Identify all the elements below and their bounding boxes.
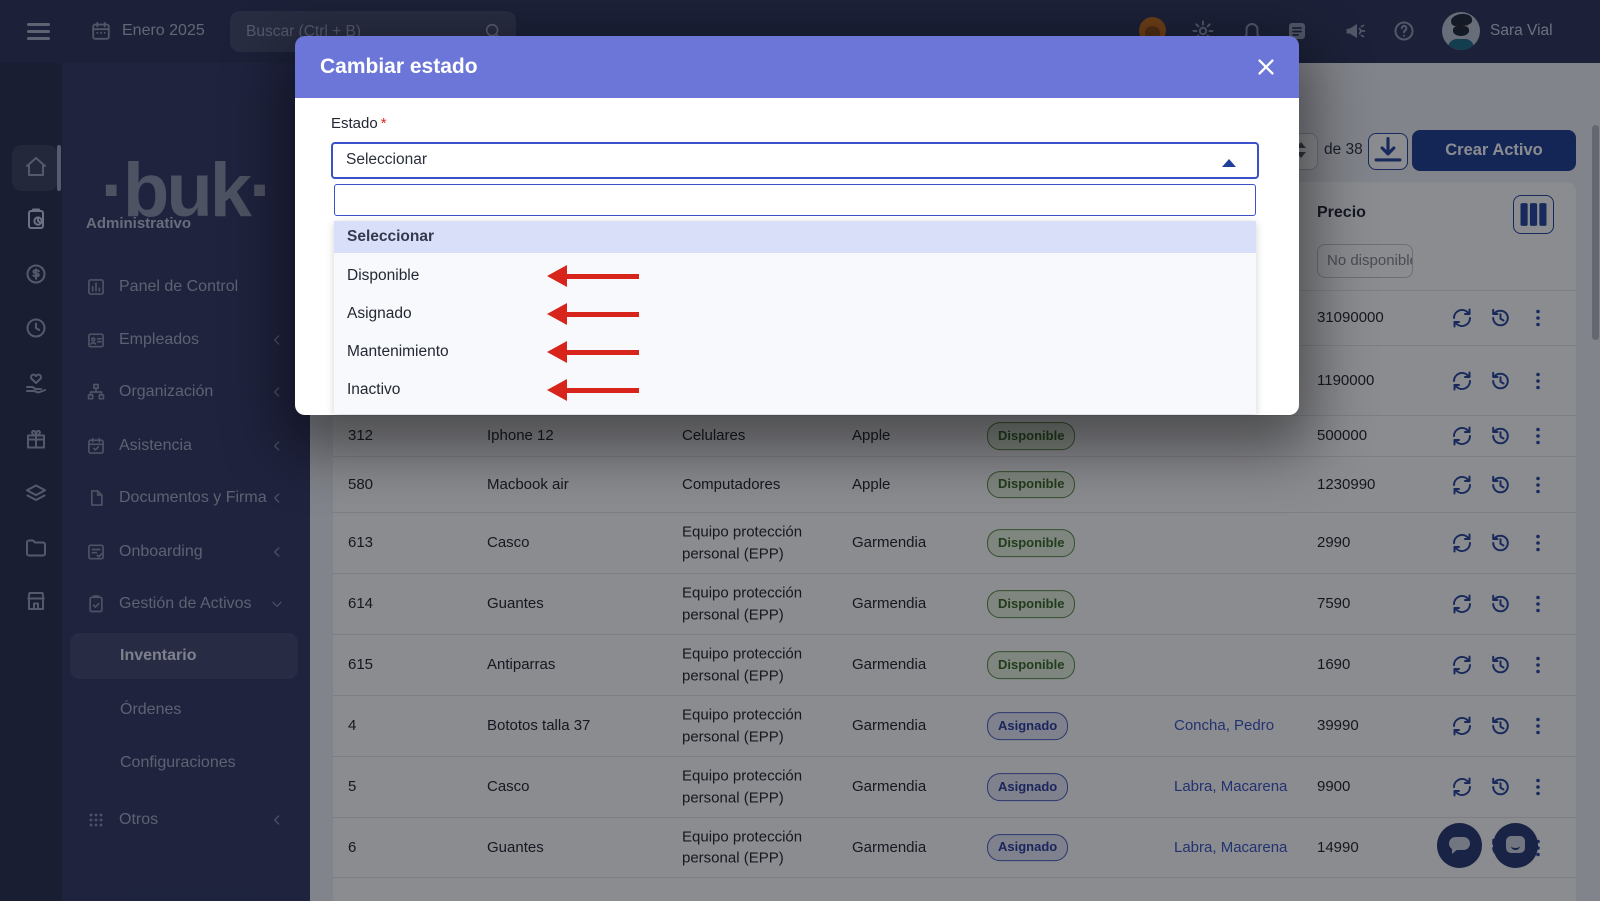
option-mantenimiento[interactable]: Mantenimiento (334, 333, 1256, 371)
close-icon[interactable] (1255, 56, 1277, 78)
red-arrow-annotation (547, 303, 639, 325)
modal-header: Cambiar estado (295, 36, 1299, 98)
change-status-modal: Cambiar estado Estado* Seleccionar Selec… (295, 36, 1299, 415)
option-inactivo[interactable]: Inactivo (334, 371, 1256, 409)
option-label: Mantenimiento (347, 343, 449, 361)
red-arrow-annotation (547, 341, 639, 363)
estado-select-value: Seleccionar (346, 151, 427, 169)
option-label: Inactivo (347, 381, 400, 399)
option-label: Asignado (347, 305, 412, 323)
estado-field-label: Estado* (331, 115, 1259, 131)
required-asterisk: * (381, 115, 387, 132)
modal-body: Estado* Seleccionar Seleccionar Disponibl… (295, 98, 1299, 415)
app-root: Enero 2025 Sara Vial ·buk· Administrativ… (0, 0, 1600, 901)
caret-up-icon (1222, 159, 1236, 167)
option-disponible[interactable]: Disponible (334, 257, 1256, 295)
modal-title: Cambiar estado (320, 55, 478, 79)
red-arrow-annotation (547, 379, 639, 401)
option-asignado[interactable]: Asignado (334, 295, 1256, 333)
option-seleccionar[interactable]: Seleccionar (334, 221, 1256, 253)
option-label: Disponible (347, 267, 419, 285)
red-arrow-annotation (547, 265, 639, 287)
dropdown-option-list: Seleccionar Disponible Asignado Mantenimien… (334, 221, 1256, 414)
dropdown-search-input[interactable] (334, 184, 1256, 216)
estado-select[interactable]: Seleccionar (331, 142, 1259, 179)
option-label: Seleccionar (347, 228, 434, 246)
